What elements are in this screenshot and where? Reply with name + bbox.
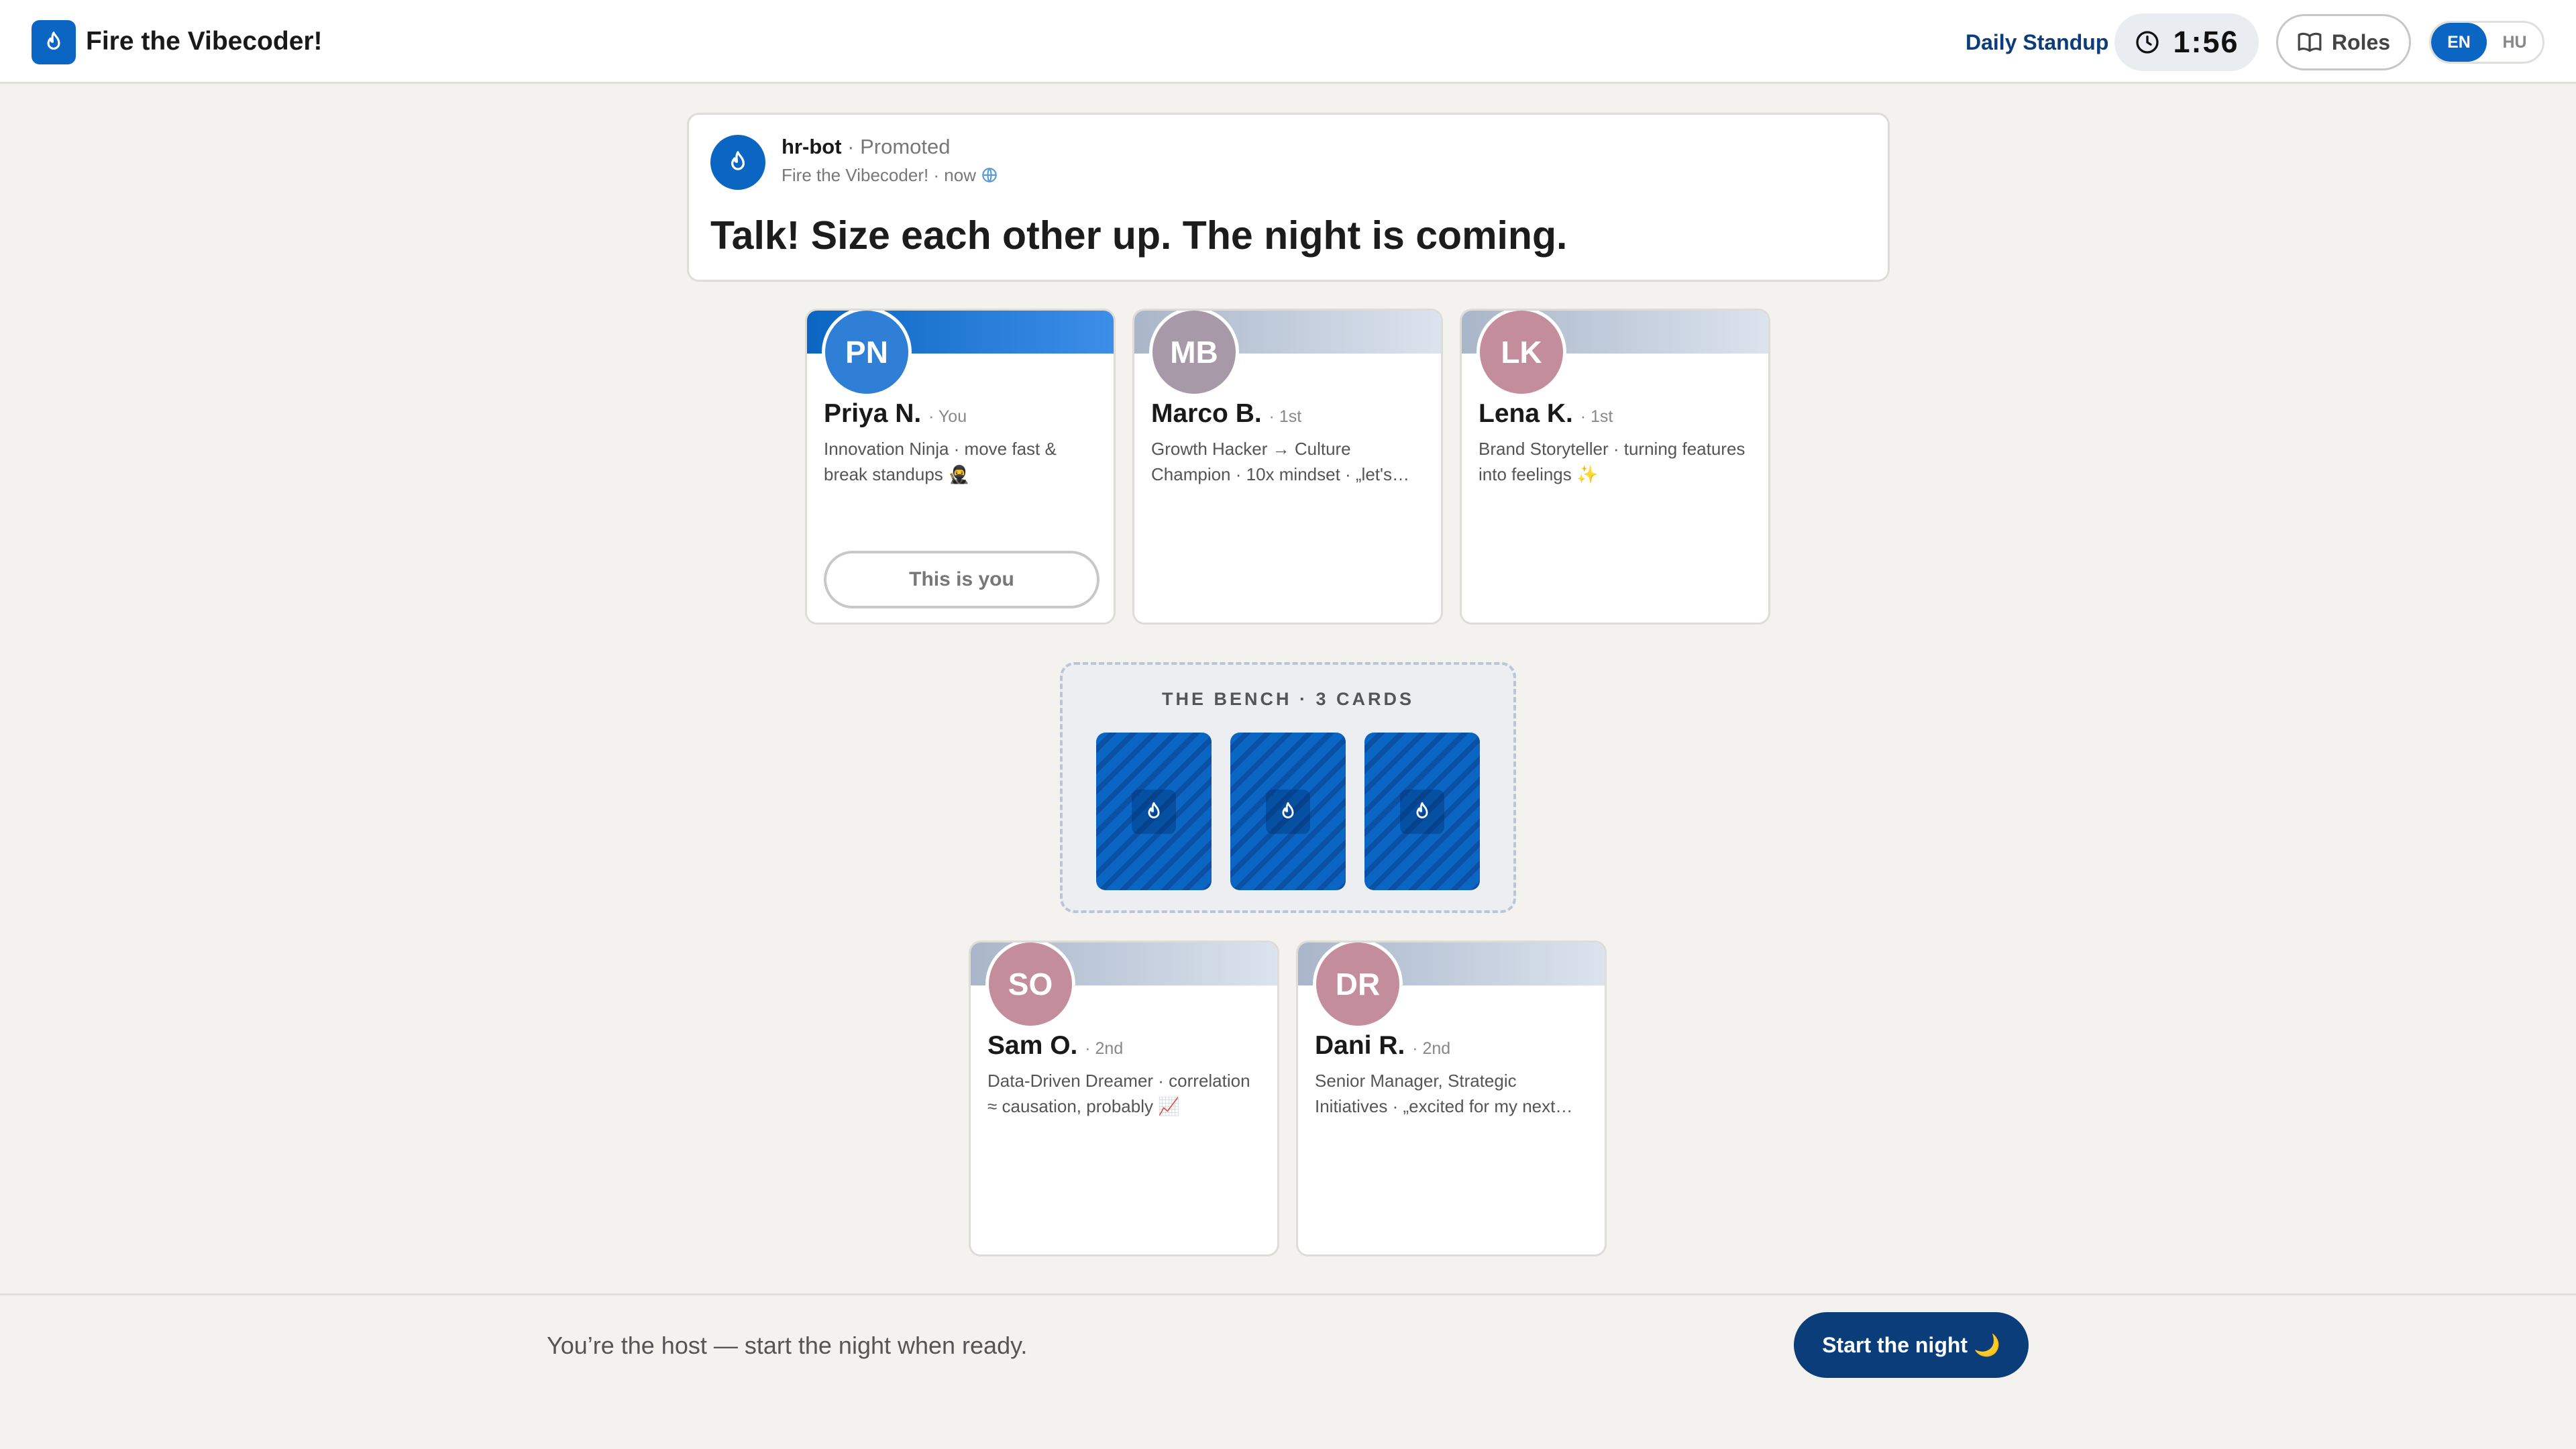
post-subtitle: Fire the Vibecoder! · now (782, 163, 998, 187)
roles-label: Roles (2331, 30, 2391, 54)
flame-icon (47, 32, 60, 50)
player-card-lena[interactable]: LK Lena K. · 1st Brand Storyteller · tur… (1460, 309, 1770, 625)
card-emblem (1132, 789, 1176, 834)
flame-icon (1282, 802, 1294, 818)
bot-avatar (710, 135, 765, 190)
roles-button[interactable]: Roles (2276, 14, 2411, 70)
connection-badge: · 1st (1580, 407, 1613, 426)
player-headline: Data-Driven Dreamer · correlation ≈ caus… (987, 1071, 1250, 1116)
player-headline: Innovation Ninja · move fast & break sta… (824, 439, 1057, 484)
host-message: You’re the host — start the night when r… (547, 1332, 1028, 1359)
flame-icon (731, 151, 745, 170)
avatar: PN (822, 311, 912, 397)
bench-area: THE BENCH · 3 CARDS (1060, 662, 1516, 913)
player-card-sam[interactable]: SO Sam O. · 2nd Data-Driven Dreamer · co… (969, 941, 1279, 1256)
player-name: Sam O. (987, 1031, 1078, 1060)
player-name-line: Dani R. · 2nd (1315, 1028, 1450, 1066)
announcement-post: hr-bot · Promoted Fire the Vibecoder! · … (687, 113, 1890, 282)
post-separator: · (847, 135, 855, 158)
player-headline: Senior Manager, Strategic Initiatives · … (1315, 1071, 1556, 1116)
player-name: Lena K. (1479, 399, 1573, 428)
card-emblem (1266, 789, 1310, 834)
flame-icon (1416, 802, 1428, 818)
avatar: DR (1313, 943, 1403, 1029)
footer-bar: You’re the host — start the night when r… (0, 1293, 2576, 1449)
lang-hu-button[interactable]: HU (2487, 23, 2542, 62)
countdown-timer: 1:56 (2114, 13, 2259, 71)
bench-card[interactable] (1230, 733, 1346, 890)
bench-card[interactable] (1364, 733, 1480, 890)
post-subtitle-text: Fire the Vibecoder! · now (782, 165, 976, 185)
player-card-dani[interactable]: DR Dani R. · 2nd Senior Manager, Strateg… (1296, 941, 1607, 1256)
bench-title: THE BENCH · 3 CARDS (1161, 689, 1415, 709)
flame-icon (1148, 802, 1160, 818)
player-card-marco[interactable]: MB Marco B. · 1st Growth Hacker → Cultur… (1132, 309, 1443, 625)
app-logo[interactable] (32, 20, 76, 64)
player-name-line: Marco B. · 1st (1151, 396, 1301, 434)
app-title: Fire the Vibecoder! (86, 27, 323, 56)
player-headline: Growth Hacker → Culture Champion · 10x m… (1151, 439, 1392, 484)
post-author-line: hr-bot · Promoted (782, 133, 951, 160)
player-name: Priya N. (824, 399, 922, 428)
player-name-line: Lena K. · 1st (1479, 396, 1613, 434)
book-icon (2298, 32, 2322, 52)
post-tag: Promoted (860, 135, 951, 158)
card-emblem (1400, 789, 1444, 834)
connection-badge: · 2nd (1412, 1039, 1451, 1058)
player-name: Marco B. (1151, 399, 1262, 428)
this-is-you-button[interactable]: This is you (824, 551, 1099, 608)
player-headline: Brand Storyteller · turning features int… (1479, 439, 1746, 484)
meeting-name: Daily Standup (1966, 30, 2109, 54)
clock-icon (2136, 31, 2159, 54)
start-night-button[interactable]: Start the night 🌙 (1794, 1312, 2029, 1378)
player-name-line: Priya N. · You (824, 396, 967, 434)
avatar: LK (1477, 311, 1566, 397)
connection-badge: · You (928, 407, 967, 426)
player-name-line: Sam O. · 2nd (987, 1028, 1123, 1066)
avatar: MB (1149, 311, 1239, 397)
player-card-priya[interactable]: PN Priya N. · You Innovation Ninja · mov… (805, 309, 1116, 625)
lang-en-button[interactable]: EN (2431, 23, 2487, 62)
avatar: SO (985, 943, 1075, 1029)
connection-badge: · 2nd (1085, 1039, 1124, 1058)
connection-badge: · 1st (1269, 407, 1302, 426)
timer-value: 1:56 (2173, 25, 2239, 59)
language-toggle: EN HU (2429, 21, 2544, 64)
top-bar: Fire the Vibecoder! Daily Standup 1:56 R… (0, 0, 2576, 84)
globe-icon (982, 168, 998, 182)
post-message: Talk! Size each other up. The night is c… (710, 213, 1568, 258)
post-author: hr-bot (782, 135, 842, 158)
bench-card[interactable] (1096, 733, 1212, 890)
player-name: Dani R. (1315, 1031, 1405, 1060)
